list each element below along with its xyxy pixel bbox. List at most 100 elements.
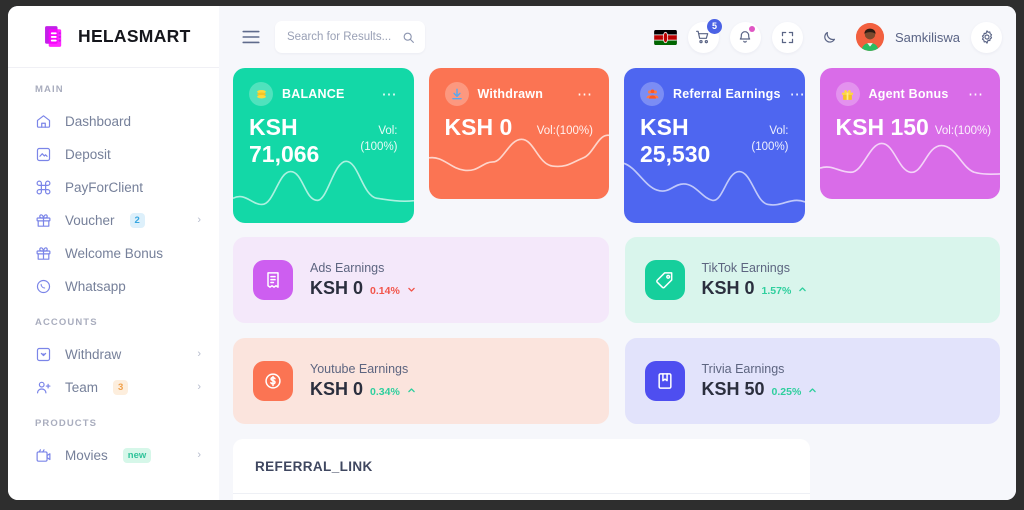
username-label[interactable]: Samkiliswa — [895, 30, 960, 45]
earnings-card-amount: KSH 0 — [310, 278, 364, 298]
sidebar-section-products: PRODUCTS — [35, 418, 98, 429]
whatsapp-icon — [36, 279, 51, 294]
gift-box-glyph — [841, 89, 854, 100]
sidebar-badge: 3 — [113, 380, 129, 395]
sidebar-item-voucher[interactable]: Voucher 2 › — [8, 204, 219, 237]
avatar[interactable] — [855, 23, 884, 51]
gear-icon — [981, 30, 992, 44]
chevron-down-icon — [408, 287, 415, 292]
referral-link-card: REFERRAL_LINK — [233, 439, 810, 500]
sidebar-item-whatsapp[interactable]: Whatsapp — [8, 270, 219, 303]
earnings-card-label: Youtube Earnings — [310, 362, 409, 376]
earnings-card-trivia[interactable]: Trivia Earnings KSH 50 0.25% — [624, 338, 1000, 424]
cart-button[interactable]: 5 — [687, 18, 722, 53]
document-list-icon — [45, 26, 62, 47]
app-window: HELASMART MAIN Dashboard Deposit PayForC… — [8, 6, 1016, 500]
stat-card-menu-icon[interactable]: ⋯ — [577, 87, 593, 102]
sidebar-badge: new — [122, 448, 152, 463]
sidebar-item-label: Deposit — [65, 147, 111, 162]
coins-stack-glyph — [256, 89, 266, 98]
earnings-card-tiktok[interactable]: TikTok Earnings KSH 0 1.57% — [624, 237, 1000, 323]
notification-dot — [748, 25, 755, 32]
sidebar-nav: MAIN Dashboard Deposit PayForClient Vouc… — [8, 68, 219, 472]
stat-card-title: Withdrawn — [477, 87, 544, 101]
stat-card-referral-earnings[interactable]: Referral Earnings ⋯ KSH 25,530 Vol: (100… — [624, 68, 805, 223]
earnings-card-ads[interactable]: Ads Earnings KSH 0 0.14% — [233, 237, 609, 323]
sidebar-item-label: Withdraw — [65, 347, 122, 362]
image-upload-icon — [36, 147, 51, 162]
brand[interactable]: HELASMART — [8, 6, 219, 68]
stat-card-values: KSH 25,530 Vol: (100%) — [640, 114, 789, 167]
tag-glyph — [655, 272, 672, 289]
chevron-right-icon: › — [197, 348, 201, 360]
earnings-card-values: KSH 0 0.14% — [310, 278, 416, 299]
gift-icon — [36, 247, 51, 260]
sidebar-badge: 2 — [129, 213, 145, 228]
stat-card-header: Withdrawn ⋯ — [444, 82, 594, 106]
search-input[interactable] — [287, 31, 402, 43]
earnings-card-text: TikTok Earnings KSH 0 1.57% — [702, 261, 808, 299]
chevron-right-icon: › — [197, 449, 201, 461]
stat-card-amount: KSH 71,066 — [249, 114, 320, 167]
dollar-coin-glyph — [265, 373, 281, 389]
kenya-flag-icon[interactable] — [654, 29, 677, 45]
stat-card-title: BALANCE — [282, 87, 345, 101]
sidebar-item-label: Movies — [65, 448, 108, 463]
earnings-card-text: Ads Earnings KSH 0 0.14% — [310, 261, 416, 299]
sidebar-item-welcome-bonus[interactable]: Welcome Bonus — [8, 237, 219, 270]
sidebar-item-payforclient[interactable]: PayForClient — [8, 171, 219, 204]
sidebar-item-label: Voucher — [65, 213, 115, 228]
download-box-icon — [36, 347, 51, 362]
theme-toggle-button[interactable] — [814, 22, 845, 53]
stat-card-menu-icon[interactable]: ⋯ — [968, 87, 984, 102]
fullscreen-button[interactable] — [771, 21, 803, 53]
earnings-card-label: Ads Earnings — [310, 261, 385, 275]
dashboard-content: BALANCE ⋯ KSH 71,066 Vol: (100%) Withdra… — [219, 68, 1016, 500]
chevron-up-icon — [809, 388, 817, 393]
earnings-card-amount: KSH 0 — [701, 278, 755, 298]
receipt-icon — [253, 260, 293, 300]
tag-icon — [644, 260, 685, 300]
sidebar-item-label: PayForClient — [65, 180, 144, 195]
earnings-card-percent: 0.25% — [771, 386, 802, 398]
chevron-right-icon: › — [197, 381, 201, 393]
header-actions: 5 Samkiliswa — [654, 18, 1002, 53]
stat-card-withdrawn[interactable]: Withdrawn ⋯ KSH 0 Vol:(100%) — [428, 68, 609, 199]
chevron-right-icon: › — [197, 214, 201, 226]
people-group-glyph — [646, 89, 658, 99]
people-group-icon — [640, 82, 664, 106]
search-box[interactable] — [275, 21, 425, 53]
stat-card-values: KSH 150 Vol:(100%) — [836, 114, 992, 141]
hamburger-icon[interactable] — [241, 30, 261, 44]
stat-card-menu-icon[interactable]: ⋯ — [382, 87, 398, 102]
fullscreen-icon — [781, 31, 794, 43]
stat-card-volume: Vol:(100%) — [536, 125, 593, 137]
earnings-card-youtube[interactable]: Youtube Earnings KSH 0 0.34% — [233, 338, 609, 424]
stat-card-volume: Vol: (100%) — [360, 125, 398, 154]
stat-card-amount: KSH 25,530 — [640, 114, 711, 167]
stat-card-agent-bonus[interactable]: Agent Bonus ⋯ KSH 150 Vol:(100%) — [819, 68, 1000, 199]
stat-card-header: BALANCE ⋯ — [249, 82, 398, 106]
sidebar-item-deposit[interactable]: Deposit — [8, 138, 219, 171]
sidebar-item-withdraw[interactable]: Withdraw › — [8, 338, 219, 371]
main-area: 5 — [219, 6, 1016, 500]
gift-box-icon — [835, 82, 860, 106]
referral-link-title: REFERRAL_LINK — [233, 439, 810, 494]
stat-card-menu-icon[interactable]: ⋯ — [790, 87, 805, 102]
stat-card-balance[interactable]: BALANCE ⋯ KSH 71,066 Vol: (100%) — [233, 68, 414, 223]
stat-card-amount: KSH 0 — [444, 114, 513, 140]
top-header: 5 — [219, 6, 1016, 68]
earnings-card-values: KSH 0 0.34% — [310, 379, 416, 400]
search-icon[interactable] — [402, 31, 415, 44]
notifications-button[interactable] — [729, 21, 761, 53]
settings-button[interactable] — [971, 21, 1002, 53]
sidebar-item-dashboard[interactable]: Dashboard — [8, 105, 219, 138]
earnings-card-values: KSH 0 1.57% — [702, 278, 808, 299]
earnings-card-percent: 0.34% — [370, 386, 400, 398]
sidebar-item-movies[interactable]: Movies new › — [8, 439, 219, 472]
stat-card-header: Agent Bonus ⋯ — [835, 82, 985, 106]
movie-icon — [36, 449, 51, 462]
sidebar-item-label: Team — [65, 380, 99, 395]
sidebar-item-team[interactable]: Team 3 › — [8, 371, 219, 404]
moon-icon — [824, 31, 836, 43]
